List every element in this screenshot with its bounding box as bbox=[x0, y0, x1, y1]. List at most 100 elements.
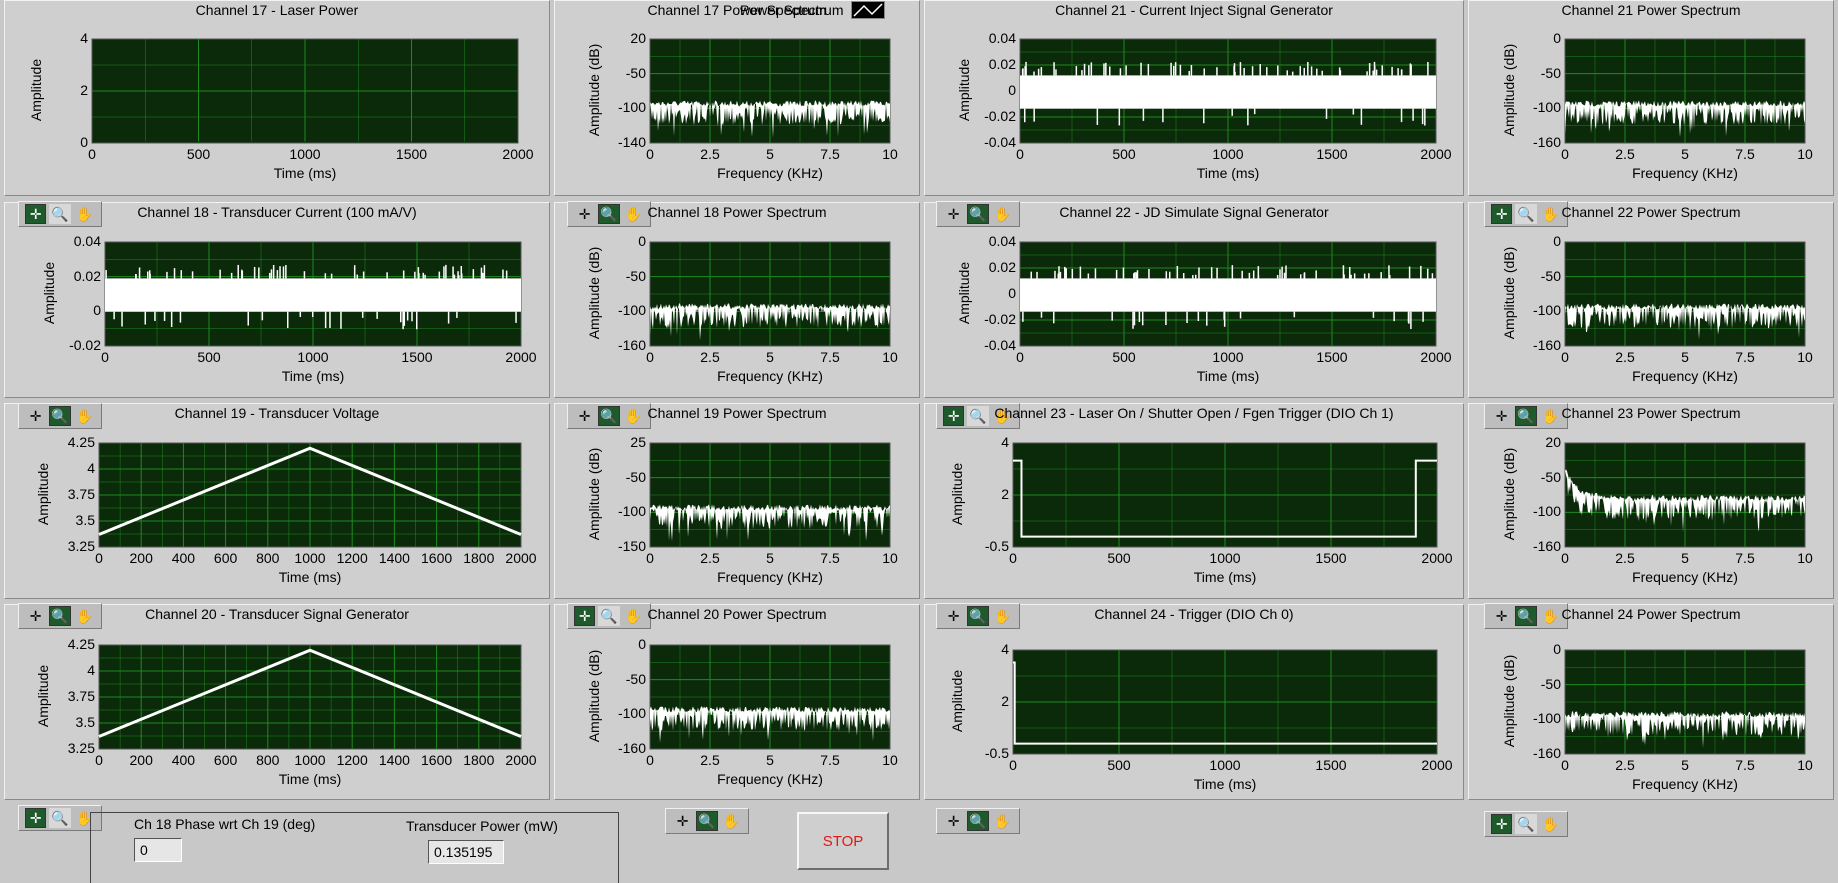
graph-title-ch19: Channel 19 - Transducer Voltage bbox=[174, 405, 380, 421]
x-tick-label: 10 bbox=[882, 752, 898, 768]
plot-area-ch24[interactable] bbox=[1012, 649, 1438, 755]
plot-area-ch18ps[interactable] bbox=[649, 241, 891, 347]
graph-palette[interactable]: ✛ 🔍 ✋ bbox=[1484, 811, 1568, 837]
y-tick-label: -100 bbox=[1532, 503, 1561, 520]
y-tick-label: 0 bbox=[1008, 285, 1016, 301]
x-tick-label: 500 bbox=[1112, 349, 1136, 365]
y-tick-label: 4.25 bbox=[67, 636, 95, 652]
y-tick-label: -160 bbox=[1532, 337, 1561, 353]
y-tick-label: 0.02 bbox=[73, 267, 101, 284]
x-tick-label: 2000 bbox=[1420, 146, 1452, 162]
plot-area-ch21ps[interactable] bbox=[1564, 38, 1806, 144]
y-tick-label: 3.25 bbox=[67, 740, 95, 756]
x-tick-label: 2.5 bbox=[700, 752, 720, 768]
cursor-move-icon[interactable]: ✛ bbox=[672, 811, 693, 831]
x-tick-label: 7.5 bbox=[1735, 550, 1755, 566]
x-tick-label: 5 bbox=[766, 550, 774, 566]
zoom-icon[interactable]: 🔍 bbox=[967, 811, 989, 831]
zoom-icon[interactable]: 🔍 bbox=[1515, 814, 1537, 834]
x-tick-label: 10 bbox=[882, 349, 898, 365]
pan-hand-icon[interactable]: ✋ bbox=[721, 811, 742, 831]
y-tick-label: 20 bbox=[630, 30, 646, 46]
y-axis-label: Amplitude (dB) bbox=[586, 649, 602, 743]
x-tick-label: 1000 bbox=[1212, 146, 1244, 162]
plot-area-ch20ps[interactable] bbox=[649, 644, 891, 750]
y-tick-label: -160 bbox=[1532, 745, 1561, 761]
x-tick-label: 500 bbox=[1107, 757, 1131, 773]
y-tick-label: -50 bbox=[1540, 64, 1561, 81]
x-tick-label: 10 bbox=[1797, 550, 1813, 566]
y-axis-label: Amplitude (dB) bbox=[586, 447, 602, 541]
plot-area-ch22ps[interactable] bbox=[1564, 241, 1806, 347]
x-tick-label: 1000 bbox=[1212, 349, 1244, 365]
plot-area-ch21[interactable] bbox=[1019, 38, 1437, 144]
y-tick-label: 0 bbox=[1553, 30, 1561, 46]
x-tick-label: 7.5 bbox=[1735, 757, 1755, 773]
x-tick-label: 10 bbox=[882, 550, 898, 566]
zoom-icon[interactable]: 🔍 bbox=[696, 811, 718, 831]
y-tick-label: 25 bbox=[630, 434, 646, 450]
x-axis-label: Frequency (KHz) bbox=[1632, 776, 1738, 792]
x-tick-label: 1500 bbox=[1316, 349, 1348, 365]
y-axis-label: Amplitude bbox=[956, 261, 972, 325]
plot-area-ch22[interactable] bbox=[1019, 241, 1437, 347]
y-tick-label: 0.04 bbox=[73, 233, 101, 249]
y-axis-label: Amplitude bbox=[28, 58, 44, 122]
x-tick-label: 2.5 bbox=[700, 349, 720, 365]
pan-hand-icon[interactable]: ✋ bbox=[1540, 814, 1561, 834]
y-axis-label: Amplitude bbox=[956, 58, 972, 122]
plot-area-ch19[interactable] bbox=[98, 442, 522, 548]
y-tick-label: 0.04 bbox=[988, 233, 1016, 249]
plot-area-ch18[interactable] bbox=[104, 241, 522, 347]
cursor-move-icon[interactable]: ✛ bbox=[25, 808, 47, 828]
x-axis-label: Time (ms) bbox=[1193, 776, 1257, 792]
stop-button[interactable]: STOP bbox=[797, 812, 889, 870]
plot-area-ch24ps[interactable] bbox=[1564, 649, 1806, 755]
plot-area-ch20[interactable] bbox=[98, 644, 522, 750]
y-tick-label: -100 bbox=[617, 705, 646, 722]
y-axis-label: Amplitude (dB) bbox=[1501, 246, 1517, 340]
x-tick-label: 5 bbox=[1681, 550, 1689, 566]
phase-field[interactable]: 0 bbox=[134, 838, 182, 862]
x-tick-label: 5 bbox=[766, 349, 774, 365]
graph-title-ch18ps: Channel 18 Power Spectrum bbox=[647, 204, 827, 220]
y-tick-label: -50 bbox=[1540, 675, 1561, 692]
cursor-move-icon[interactable]: ✛ bbox=[943, 811, 964, 831]
y-tick-label: 4 bbox=[1001, 434, 1009, 450]
plot-area-ch23ps[interactable] bbox=[1564, 442, 1806, 548]
x-tick-label: 7.5 bbox=[820, 349, 840, 365]
plot-area-ch23[interactable] bbox=[1012, 442, 1438, 548]
y-tick-label: -0.02 bbox=[984, 108, 1016, 124]
power-label: Transducer Power (mW) bbox=[406, 818, 558, 834]
y-tick-label: -0.02 bbox=[69, 337, 101, 353]
y-axis-label: Amplitude (dB) bbox=[1501, 654, 1517, 748]
y-tick-label: 4 bbox=[1001, 641, 1009, 657]
x-tick-label: 10 bbox=[1797, 349, 1813, 365]
y-tick-label: -50 bbox=[1540, 267, 1561, 284]
plot-area-ch17[interactable] bbox=[91, 38, 519, 144]
graph-palette[interactable]: ✛ 🔍 ✋ bbox=[665, 808, 749, 834]
x-tick-label: 2.5 bbox=[1615, 146, 1635, 162]
plot-area-ch19ps[interactable] bbox=[649, 442, 891, 548]
graph-palette[interactable]: ✛ 🔍 ✋ bbox=[936, 808, 1020, 834]
x-tick-label: 5 bbox=[766, 146, 774, 162]
pan-hand-icon[interactable]: ✋ bbox=[992, 811, 1013, 831]
y-tick-label: 3.25 bbox=[67, 538, 95, 554]
y-tick-label: 2 bbox=[1001, 486, 1009, 502]
plot-area-ch17ps[interactable] bbox=[649, 38, 891, 144]
x-tick-label: 7.5 bbox=[820, 146, 840, 162]
graph-title-ch20: Channel 20 - Transducer Signal Generator bbox=[145, 606, 409, 622]
zoom-icon[interactable]: 🔍 bbox=[49, 808, 71, 828]
x-axis-label: Time (ms) bbox=[278, 771, 342, 787]
x-tick-label: 7.5 bbox=[1735, 146, 1755, 162]
x-axis-label: Frequency (KHz) bbox=[1632, 368, 1738, 384]
y-tick-label: -140 bbox=[617, 134, 646, 150]
x-axis-label: Time (ms) bbox=[281, 368, 345, 384]
x-tick-label: 500 bbox=[186, 146, 211, 162]
x-axis-label: Time (ms) bbox=[1196, 368, 1260, 384]
y-tick-label: 0.04 bbox=[988, 30, 1016, 46]
y-tick-label: -50 bbox=[625, 267, 646, 284]
cursor-move-icon[interactable]: ✛ bbox=[1491, 814, 1513, 834]
x-tick-label: 2000 bbox=[505, 752, 537, 768]
y-axis-label: Amplitude bbox=[41, 261, 57, 325]
